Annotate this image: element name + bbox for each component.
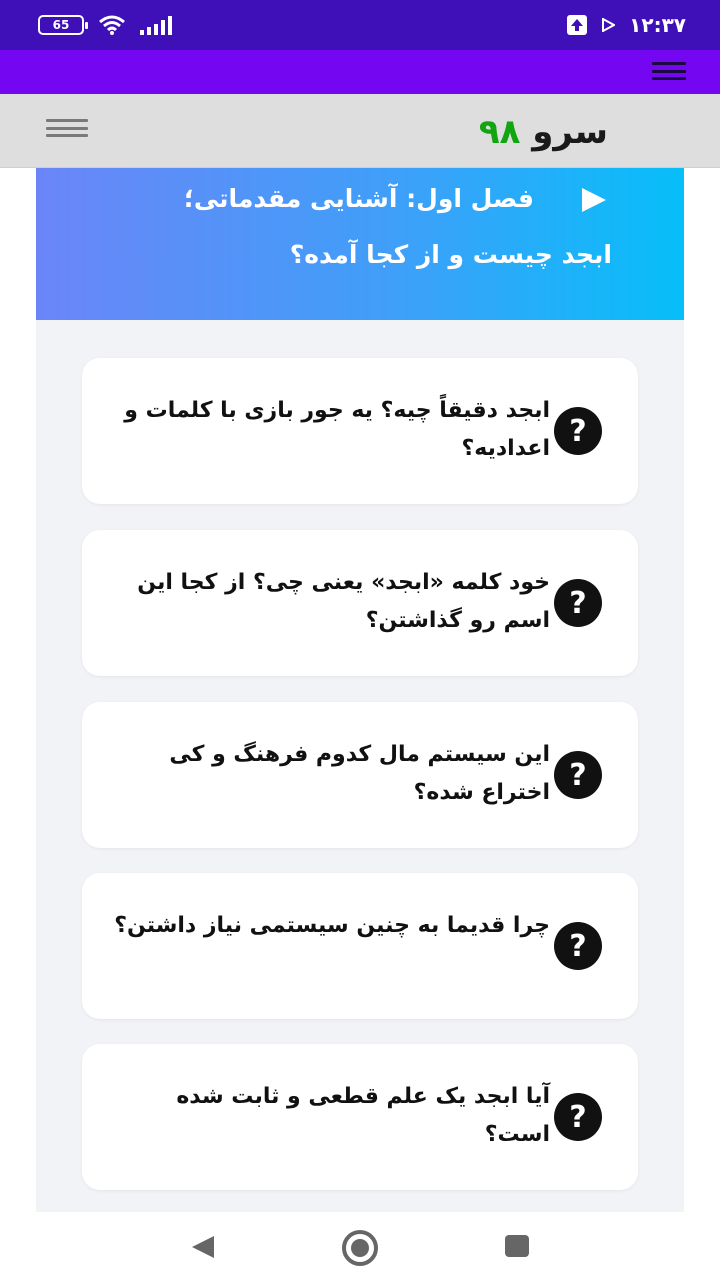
svg-text:?: ? (569, 929, 586, 964)
menu-icon[interactable] (46, 119, 88, 137)
question-card[interactable]: ? چرا قدیما به چنین سیستمی نیاز داشتن؟ (82, 873, 638, 1019)
status-left: 65 (38, 14, 172, 36)
question-card[interactable]: ? ابجد دقیقاً چیه؟ یه جور بازی با کلمات … (82, 358, 638, 504)
play-triangle-icon (582, 188, 606, 212)
logo-text: سرو (532, 112, 608, 152)
question-circle-icon: ? (554, 922, 602, 970)
battery-icon: 65 (38, 15, 88, 35)
upload-icon (567, 15, 588, 35)
question-card[interactable]: ? خود کلمه «ابجد» یعنی چی؟ از کجا این اس… (82, 530, 638, 676)
svg-text:?: ? (569, 1100, 586, 1135)
question-circle-icon: ? (554, 407, 602, 455)
status-right: ۱۲:۳۷ (567, 13, 686, 37)
wifi-icon (99, 15, 125, 35)
question-text: این سیستم مال کدوم فرهنگ و کی اختراع شده… (169, 742, 550, 805)
system-nav-bar (0, 1212, 720, 1280)
chapter-banner: فصل اول: آشنایی مقدماتی؛ ابجد چیست و از … (36, 168, 684, 320)
logo-number: ۹۸ (478, 112, 521, 152)
question-card[interactable]: ? آیا ابجد یک علم قطعی و ثابت شده است؟ (82, 1044, 638, 1190)
app-header: سرو ۹۸ (0, 94, 720, 168)
play-store-icon (602, 18, 616, 32)
question-text: آیا ابجد یک علم قطعی و ثابت شده است؟ (176, 1084, 550, 1147)
question-card[interactable]: ? این سیستم مال کدوم فرهنگ و کی اختراع ش… (82, 702, 638, 848)
question-circle-icon: ? (554, 579, 602, 627)
question-text: ابجد دقیقاً چیه؟ یه جور بازی با کلمات و … (124, 398, 550, 461)
svg-text:?: ? (569, 414, 586, 449)
question-circle-icon: ? (554, 1093, 602, 1141)
battery-level: 65 (52, 18, 70, 32)
svg-text:?: ? (569, 758, 586, 793)
status-bar: 65 ۱۲:۳۷ (0, 0, 720, 50)
recent-apps-icon[interactable] (505, 1235, 529, 1257)
logo[interactable]: سرو ۹۸ (479, 112, 608, 152)
svg-text:?: ? (569, 586, 586, 621)
question-circle-icon: ? (554, 751, 602, 799)
question-text: خود کلمه «ابجد» یعنی چی؟ از کجا این اسم … (137, 570, 550, 633)
chapter-title: فصل اول: آشنایی مقدماتی؛ (183, 184, 534, 213)
clock: ۱۲:۳۷ (629, 13, 686, 37)
home-icon[interactable] (341, 1229, 379, 1267)
back-icon[interactable] (190, 1234, 216, 1260)
chapter-subtitle: ابجد چیست و از کجا آمده؟ (289, 240, 612, 269)
signal-icon (140, 16, 172, 35)
question-text: چرا قدیما به چنین سیستمی نیاز داشتن؟ (114, 913, 550, 938)
hamburger-menu-icon[interactable] (652, 62, 686, 80)
purple-toolbar (0, 50, 720, 94)
